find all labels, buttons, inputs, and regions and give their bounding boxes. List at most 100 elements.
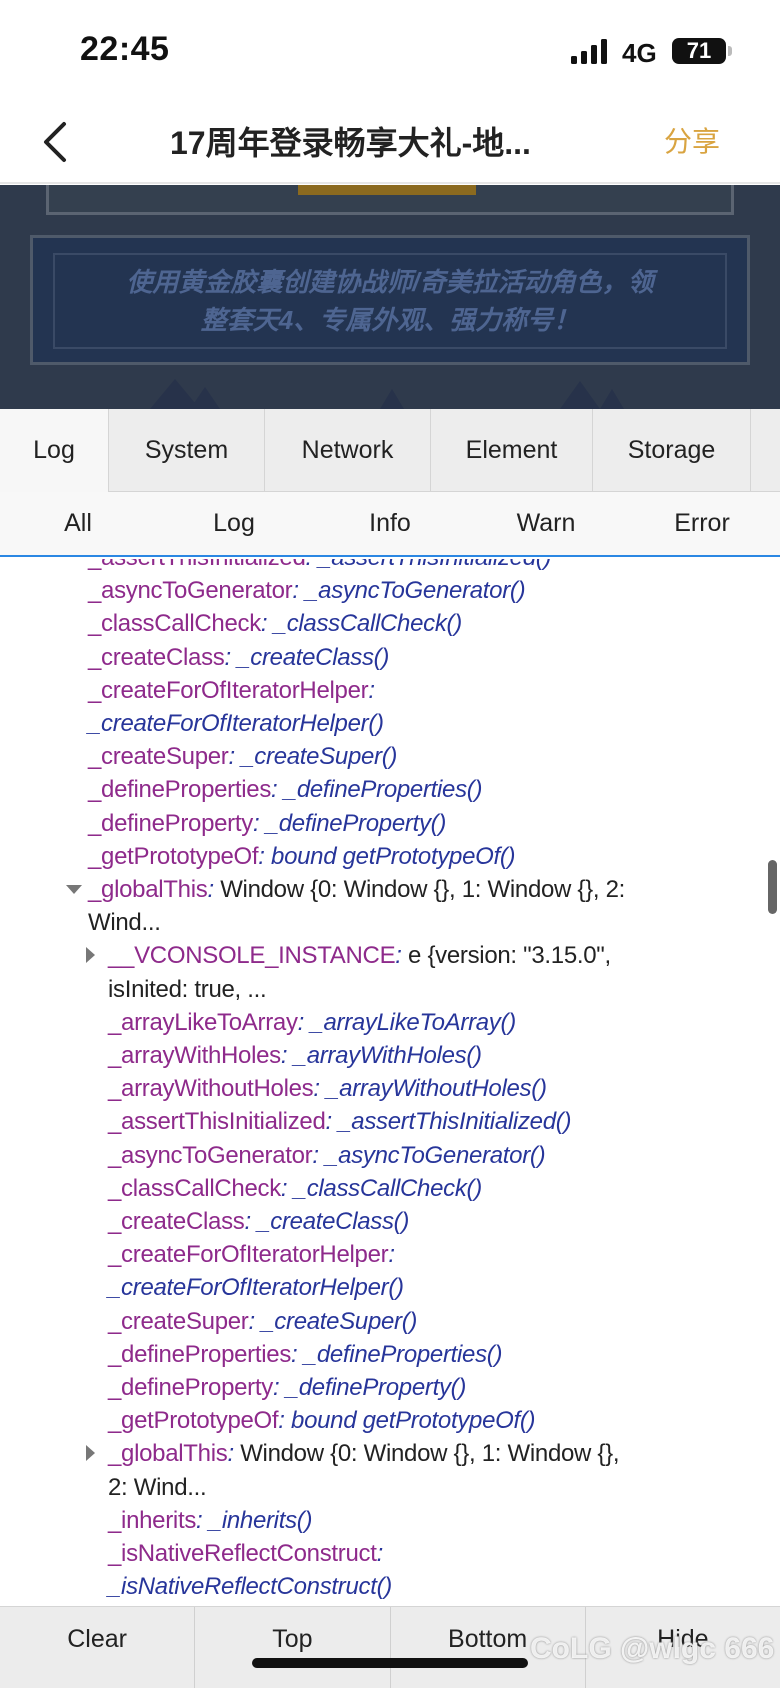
log-line: _getPrototypeOf: bound getPrototypeOf() bbox=[0, 840, 760, 873]
log-text: _defineProperty: _defineProperty() bbox=[88, 809, 447, 837]
scrollbar[interactable] bbox=[768, 860, 777, 914]
log-key: _createSuper bbox=[108, 1307, 249, 1335]
log-text: _assertThisInitialized: _assertThisIniti… bbox=[88, 559, 551, 574]
log-line: _arrayLikeToArray: _arrayLikeToArray() bbox=[0, 1006, 760, 1039]
log-text: _defineProperties: _defineProperties() bbox=[88, 776, 483, 804]
log-value: _assertThisInitialized() bbox=[318, 559, 551, 571]
filter-error[interactable]: Error bbox=[624, 492, 780, 555]
banner-inner: 使用黄金胶囊创建协战师/奇美拉活动角色，领 整套天4、专属外观、强力称号！ bbox=[53, 253, 727, 349]
share-button[interactable]: 分享 bbox=[664, 120, 720, 160]
log-value: _defineProperties() bbox=[283, 776, 483, 804]
status-time: 22:45 bbox=[80, 30, 170, 68]
log-key: _globalThis bbox=[88, 876, 208, 903]
log-text: _classCallCheck: _classCallCheck() bbox=[88, 610, 463, 638]
log-line: _classCallCheck: _classCallCheck() bbox=[0, 607, 760, 640]
log-line[interactable]: __VCONSOLE_INSTANCE: e {version: "3.15.0… bbox=[0, 939, 760, 972]
log-text: _asyncToGenerator: _asyncToGenerator() bbox=[88, 577, 526, 605]
caret-down-icon[interactable] bbox=[66, 885, 82, 894]
log-line: _createSuper: _createSuper() bbox=[0, 740, 760, 773]
log-value: _defineProperty() bbox=[285, 1374, 467, 1401]
log-value: _createClass() bbox=[257, 1208, 410, 1235]
log-key: _createClass bbox=[88, 643, 225, 671]
nav-bar: 17周年登录畅享大礼-地... 分享 bbox=[0, 100, 780, 184]
log-text: _arrayLikeToArray: _arrayLikeToArray() bbox=[108, 1008, 516, 1036]
filter-all[interactable]: All bbox=[0, 492, 156, 555]
banner-line-2: 整套天4、专属外观、强力称号！ bbox=[200, 305, 580, 335]
log-text: _createForOfIteratorHelper() bbox=[108, 1271, 404, 1304]
log-key: _inherits bbox=[108, 1506, 197, 1534]
log-value: _createClass() bbox=[237, 643, 390, 671]
log-text: _arrayWithHoles: _arrayWithHoles() bbox=[108, 1042, 482, 1069]
log-key: _defineProperties bbox=[108, 1340, 292, 1368]
log-line: _defineProperty: _defineProperty() bbox=[0, 807, 760, 840]
log-key: _arrayWithHoles bbox=[108, 1042, 281, 1069]
filter-warn[interactable]: Warn bbox=[468, 492, 624, 555]
log-key: _createClass bbox=[108, 1208, 245, 1235]
log-line[interactable]: _globalThis: Window {0: Window {}, 1: Wi… bbox=[0, 1437, 760, 1470]
tab-more[interactable] bbox=[751, 409, 780, 492]
log-object: Window {0: Window {}, 1: Window {}, 2: bbox=[220, 876, 626, 903]
log-text: _globalThis: Window {0: Window {}, 1: Wi… bbox=[88, 876, 626, 903]
tab-storage[interactable]: Storage bbox=[593, 409, 751, 492]
log-text: _getPrototypeOf: bound getPrototypeOf() bbox=[88, 842, 516, 870]
log-line: _assertThisInitialized: _assertThisIniti… bbox=[0, 1105, 760, 1138]
log-line: _classCallCheck: _classCallCheck() bbox=[0, 1172, 760, 1205]
log-value: _defineProperties() bbox=[303, 1340, 503, 1368]
watermark: CoLG @wlgc 666 bbox=[530, 1632, 775, 1665]
tab-network[interactable]: Network bbox=[265, 409, 431, 492]
log-key: __VCONSOLE_INSTANCE bbox=[108, 942, 396, 970]
filter-tabs: All Log Info Warn Error bbox=[0, 492, 780, 557]
log-line: isInited: true, ... bbox=[0, 973, 760, 1006]
top-button[interactable]: Top bbox=[195, 1607, 391, 1688]
log-text: _createClass: _createClass() bbox=[108, 1208, 410, 1235]
log-line: _isNativeReflectConstruct: bbox=[0, 1537, 760, 1570]
banner-box: 使用黄金胶囊创建协战师/奇美拉活动角色，领 整套天4、专属外观、强力称号！ bbox=[30, 235, 750, 365]
battery-level: 71 bbox=[686, 38, 712, 63]
log-key: _asyncToGenerator bbox=[88, 577, 293, 605]
log-key: _isNativeReflectConstruct bbox=[108, 1540, 377, 1567]
log-value: _classCallCheck() bbox=[273, 610, 463, 638]
banner-gold-bar bbox=[298, 185, 476, 195]
log-text: _asyncToGenerator: _asyncToGenerator() bbox=[108, 1141, 546, 1169]
log-key: _assertThisInitialized bbox=[108, 1108, 326, 1136]
tab-system[interactable]: System bbox=[109, 409, 265, 492]
log-line: _createForOfIteratorHelper: bbox=[0, 674, 760, 707]
status-bar: 22:45 4G 71 bbox=[0, 0, 780, 100]
filter-log[interactable]: Log bbox=[156, 492, 312, 555]
log-object: Wind... bbox=[88, 909, 161, 937]
log-text: 2: Wind... bbox=[108, 1471, 207, 1504]
log-value: _createSuper() bbox=[241, 743, 398, 771]
log-value: _arrayLikeToArray() bbox=[310, 1008, 516, 1036]
log-line: _assertThisInitialized: _assertThisIniti… bbox=[0, 559, 760, 574]
log-value: _arrayWithHoles() bbox=[293, 1042, 482, 1069]
log-text: _createForOfIteratorHelper() bbox=[88, 707, 384, 740]
log-key: _arrayLikeToArray bbox=[108, 1008, 298, 1036]
banner-line-1: 使用黄金胶囊创建协战师/奇美拉活动角色，领 bbox=[126, 267, 654, 297]
log-line: _arrayWithHoles: _arrayWithHoles() bbox=[0, 1039, 760, 1072]
log-text: _getPrototypeOf: bound getPrototypeOf() bbox=[108, 1407, 536, 1435]
signal-icon bbox=[571, 39, 607, 64]
log-object: e {version: "3.15.0", bbox=[408, 942, 611, 970]
log-value: _arrayWithoutHoles() bbox=[326, 1075, 547, 1103]
caret-right-icon[interactable] bbox=[86, 1445, 95, 1462]
log-output[interactable]: _isNativeReflectConstruct() _isNativeRefl… bbox=[0, 559, 780, 1606]
clear-button[interactable]: Clear bbox=[0, 1607, 196, 1688]
filter-info[interactable]: Info bbox=[312, 492, 468, 555]
log-text: _defineProperties: _defineProperties() bbox=[108, 1340, 503, 1368]
log-text: _isNativeReflectConstruct: bbox=[108, 1540, 383, 1567]
chevron-left-icon[interactable] bbox=[36, 118, 76, 166]
log-value: _createForOfIteratorHelper() bbox=[108, 1274, 404, 1302]
log-value: _assertThisInitialized() bbox=[338, 1108, 572, 1136]
log-key: _globalThis bbox=[108, 1440, 228, 1468]
page-title: 17周年登录畅享大礼-地... bbox=[170, 125, 531, 161]
log-line: _getPrototypeOf: bound getPrototypeOf() bbox=[0, 1404, 760, 1437]
log-line: _createForOfIteratorHelper() bbox=[0, 1271, 760, 1304]
log-text: _assertThisInitialized: _assertThisIniti… bbox=[108, 1108, 572, 1136]
log-line: _createForOfIteratorHelper: bbox=[0, 1238, 760, 1271]
log-text: isInited: true, ... bbox=[108, 973, 267, 1006]
tab-element[interactable]: Element bbox=[431, 409, 593, 492]
log-value: _asyncToGenerator() bbox=[325, 1141, 546, 1169]
tab-log[interactable]: Log bbox=[0, 409, 109, 492]
log-line[interactable]: _globalThis: Window {0: Window {}, 1: Wi… bbox=[0, 873, 760, 906]
caret-right-icon[interactable] bbox=[86, 947, 95, 964]
